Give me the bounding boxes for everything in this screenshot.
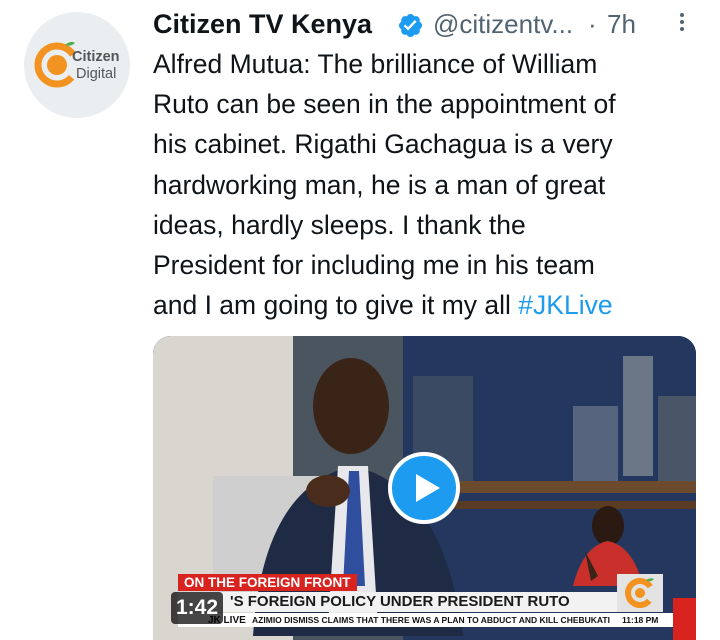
tweet-text-line: and I am going to give it my all [153,290,519,321]
tweet-text-line: Alfred Mutua: The brilliance of William [153,49,598,79]
play-icon [416,474,440,502]
play-button[interactable] [388,452,460,524]
video-duration: 1:42 [171,592,224,624]
video-player[interactable]: ON THE FOREIGN FRONT 'S FOREIGN POLICY U… [153,336,696,640]
tweet-text-line: President for including me in his team [153,249,595,280]
hashtag-link[interactable]: #JKLive [518,290,612,320]
tweet-time[interactable]: 7h [607,6,636,42]
news-ticker: JK LIVE AZIMIO DISMISS CLAIMS THAT THERE… [178,613,673,627]
separator-dot: · [588,9,597,39]
avatar-brand-line-1: Citizen [72,49,120,65]
tweet-header: Citizen TV Kenya @citizentv... · 7h [153,6,700,46]
tweet-text-line-last: and I am going to give it my all #JKLive [153,285,701,325]
tweet-text-line: ideas, hardly sleeps. I thank the [153,209,526,240]
ticker-text: AZIMIO DISMISS CLAIMS THAT THERE WAS A P… [252,615,610,625]
tweet-text-line: Ruto can be seen in the appointment of [153,89,616,120]
avatar[interactable]: Citizen Digital [24,12,130,118]
citizen-digital-logo-icon: Citizen Digital [34,41,120,88]
lower-third-tag: ON THE FOREIGN FRONT [178,574,357,591]
author-name[interactable]: Citizen TV Kenya [153,6,372,42]
tweet-text-line: hardworking man, he is a man of great [153,169,606,200]
more-vertical-icon[interactable] [677,10,687,40]
verified-badge-icon [398,13,423,38]
avatar-brand-line-2: Digital [76,66,116,82]
ticker-time: 11:18 PM [622,615,659,625]
tweet-text-line: his cabinet. Rigathi Gachagua is a very [153,129,613,160]
author-handle[interactable]: @citizentv... [433,6,573,42]
citizen-tv-logo-icon [617,574,663,612]
tweet-text: Alfred Mutua: The brilliance of William … [153,44,701,325]
lower-third-headline: 'S FOREIGN POLICY UNDER PRESIDENT RUTO [178,592,630,612]
channel-corner-graphic [673,598,696,640]
